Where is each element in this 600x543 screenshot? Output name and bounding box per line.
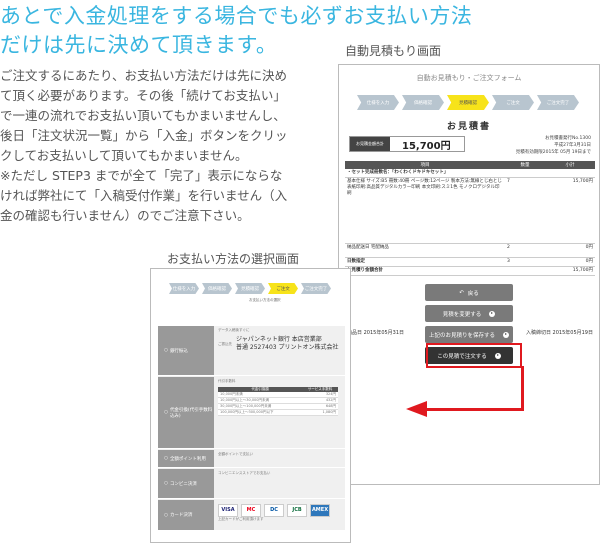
col-item: 項目 [345,161,505,169]
table-row: 基本仕様 サイズ:B5 冊数:40冊 ページ数:12ページ 製本方法:無線とじ右… [345,177,595,244]
order-button-highlight [426,343,522,368]
estimate-number: お見積書発行No.1300 [545,136,591,141]
mastercard-icon: MC [241,504,261,517]
radio-icon[interactable]: ○ [164,456,168,461]
payment-caption: お支払い方法の選択画面 [167,252,300,266]
radio-icon[interactable]: ○ [164,348,168,353]
estimate-total-label: お見積金額合計 [350,137,390,151]
estimate-step-2: STEP2 価格確認 [402,95,444,110]
estimate-table: 項目 数量 小計 ・セット完成冊数名：「わくわくドキドキセット」 基本仕様 サイ… [345,161,595,276]
table-row: 100,000円以上～300,000円以下 1,080円 [218,409,338,416]
payment-step-5: STEP5 ご注文完了 [301,283,331,294]
cod-note: 代引手数料 [218,379,236,383]
estimate-form-title: 自動お見積もり・ご注文フォーム [416,74,522,82]
payment-step-2: STEP2 価格確認 [202,283,232,294]
arrow-shaft [426,408,524,411]
payment-methods: ○ 銀行振込 データ入稿後すぐに ご振込先 ジャパンネット銀行 本店営業部 普通 … [158,326,345,531]
bank-note: データ入稿後すぐに [218,328,250,332]
table-row: ・セット完成冊数名：「わくわくドキドキセット」 [345,169,595,178]
arrow-head-icon [406,401,427,417]
card-logos: VISA MC DC JCB AMEX [218,504,341,517]
payment-step-4: STEP4 ご注文 [268,283,298,294]
estimate-step-1: STEP1 仕様を入力 [357,95,399,110]
estimate-step-3: STEP3 見積確認 [447,95,489,110]
col-qty: 数量 [505,161,545,169]
estimate-total-box: お見積金額合計 15,700円 [349,136,465,152]
estimate-expiry: 見積有効期限2015年 05月 19日まで [515,150,591,155]
fee-table: 代金引換額 サービス手数料 10,000円未満 324円 10,000円以上～30,… [218,387,338,416]
bank-name: ジャパンネット銀行 本店営業部 [236,336,322,343]
payment-row-card[interactable]: ○ カード決済 VISA MC DC JCB AMEX 上記カードがご利用頂けます [158,500,345,531]
back-button[interactable]: ↶ 戻る [425,284,513,301]
payment-select-label: お支払い方法の選択 [249,298,281,302]
estimate-meta: お見積書発行No.1300 平成27年3月31日 見積有効期限2015年 05月… [516,135,591,156]
amex-icon: AMEX [310,504,330,517]
headline-line-2: だけは先に決めて頂きます。 [0,33,278,57]
payment-screen: STEP1 仕様を入力 STEP2 価格確認 STEP3 見積確認 STEP4 ご注文 … [150,268,351,543]
back-arrow-icon: ↶ [459,289,464,296]
radio-icon[interactable]: ○ [164,410,168,415]
points-note: 全額ポイントで支払い [218,452,253,456]
play-icon [503,331,509,338]
table-row: 納品配送日 宅配納品 2 0円 [345,243,595,258]
payment-steps: STEP1 仕様を入力 STEP2 価格確認 STEP3 見積確認 STEP4 ご注文 … [169,283,334,294]
diners-icon: DC [264,504,284,517]
headline: あとで入金処理をする場合でも必ずお支払い方法 だけは先に決めて頂きます。 [0,2,600,60]
estimate-title: お見積書 [446,122,491,132]
convenience-note: コンビニエンスストアでお支払い [218,471,271,475]
radio-icon[interactable]: ○ [164,481,168,486]
deadline-date: 入稿締切日 2015年05月19日 [525,330,593,336]
col-subtotal: 小計 [545,161,595,169]
payment-row-points[interactable]: ○ 全額ポイント利用 全額ポイントで支払い [158,450,345,468]
table-row: 日数指定 3 0円 [345,257,595,267]
jcb-icon: JCB [287,504,307,517]
estimate-steps: STEP1 仕様を入力 STEP2 価格確認 STEP3 見積確認 STEP4 ご注文 … [357,95,582,110]
payment-step-1: STEP1 仕様を入力 [169,283,199,294]
estimate-screen: 自動お見積もり・ご注文フォーム STEP1 仕様を入力 STEP2 価格確認 STE… [338,64,600,485]
change-estimate-button[interactable]: 見積を変更する [425,305,513,322]
play-icon [489,310,496,317]
delivery-date: 納品日 2015年05月31日 [347,330,405,336]
estimate-step-5: STEP5 ご注文完了 [537,95,579,110]
estimate-caption: 自動見積もり画面 [345,44,442,58]
payment-step-3: STEP3 見積確認 [235,283,265,294]
radio-icon[interactable]: ○ [164,513,168,518]
visa-icon: VISA [218,504,238,517]
bank-prefix: ご振込先 [218,341,232,346]
table-row: お見積り金額合計 15,700円 [345,266,595,276]
estimate-step-4: STEP4 ご注文 [492,95,534,110]
save-estimate-button[interactable]: 上記のお見積りを保存する [425,326,513,343]
card-note: 上記カードがご利用頂けます [218,517,264,521]
headline-line-1: あとで入金処理をする場合でも必ずお支払い方法 [0,4,473,28]
body-text: ご注文するにあたり、お支払い方法だけは先に決め て頂く必要があります。その後「続… [0,68,288,223]
bank-account: 普通 2527403 プリントオン株式会社 [236,344,339,351]
payment-row-cod[interactable]: ○ 代金引換(代引手数料込み) 代引手数料 代金引換額 サービス手数料 10,000… [158,377,345,449]
arrow-icon [521,366,524,411]
estimate-total-value: 15,700円 [402,140,451,152]
payment-row-bank[interactable]: ○ 銀行振込 データ入稿後すぐに ご振込先 ジャパンネット銀行 本店営業部 普通 … [158,326,345,376]
estimate-date: 平成27年3月31日 [554,143,591,148]
payment-row-convenience[interactable]: ○ コンビニ決済 コンビニエンスストアでお支払い [158,469,345,499]
